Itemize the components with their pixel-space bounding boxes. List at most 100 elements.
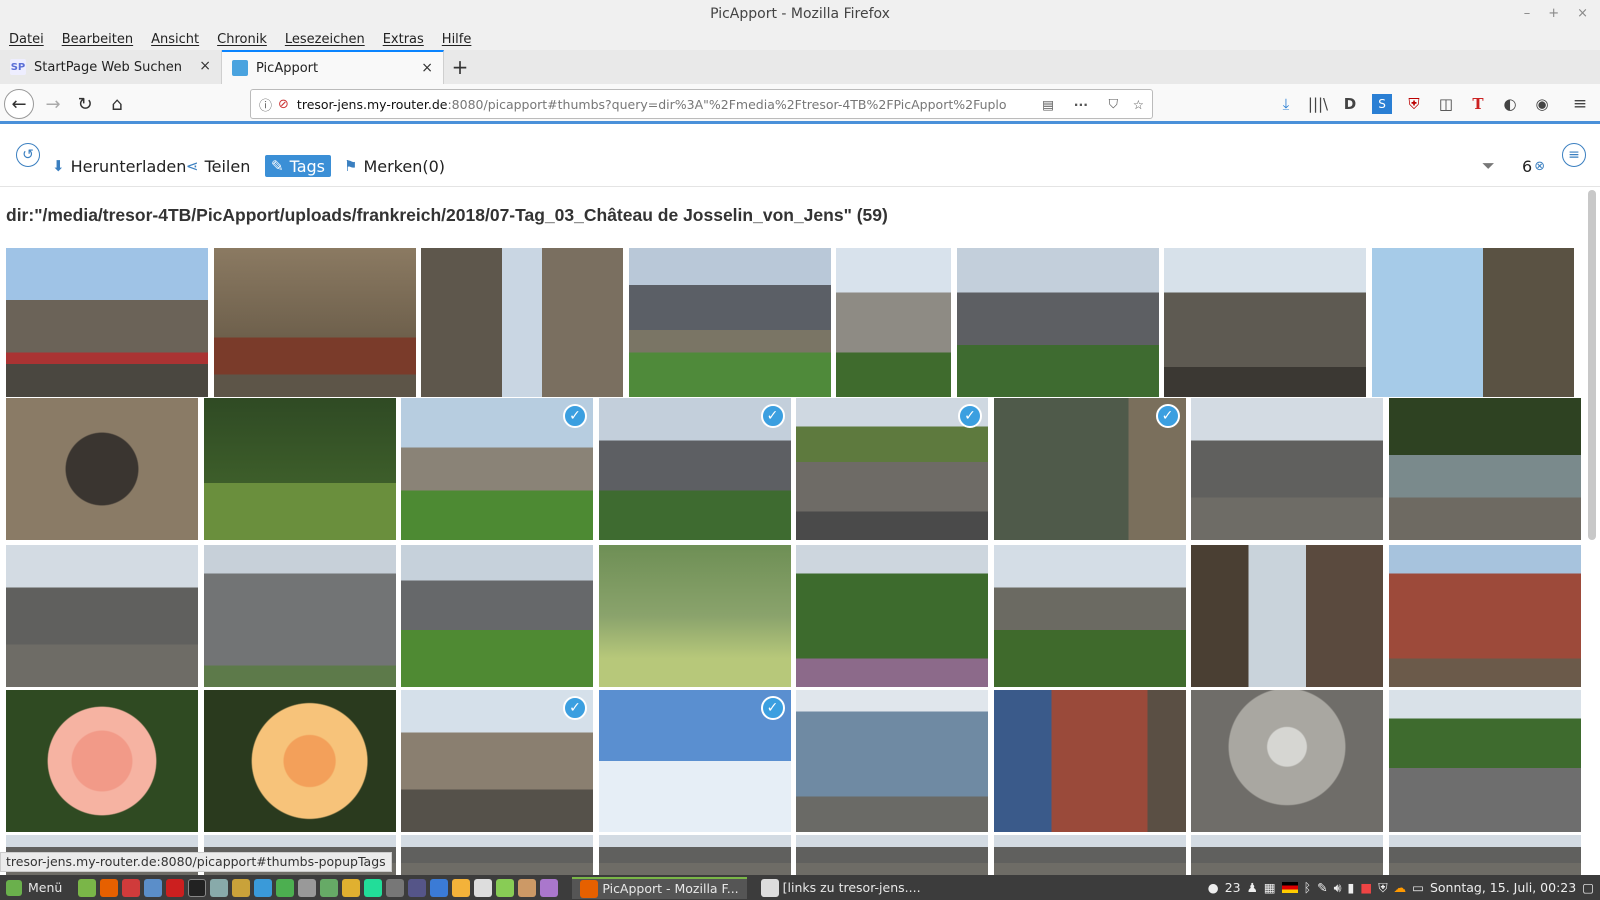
photo-thumbnail[interactable] bbox=[6, 248, 208, 397]
photo-thumbnail[interactable] bbox=[1191, 690, 1383, 832]
new-tab-button[interactable]: + bbox=[444, 50, 476, 84]
library-icon[interactable]: |||\ bbox=[1308, 94, 1328, 114]
menu-ansicht[interactable]: Ansicht bbox=[151, 32, 199, 47]
selected-check-icon[interactable]: ✓ bbox=[958, 404, 982, 428]
photo-thumbnail[interactable] bbox=[836, 248, 951, 397]
extension-t-icon[interactable]: T bbox=[1468, 94, 1488, 114]
firefox-icon[interactable] bbox=[100, 878, 119, 897]
menu-datei[interactable]: Datei bbox=[9, 32, 44, 47]
photo-thumbnail[interactable] bbox=[1191, 398, 1383, 540]
tags-button[interactable]: ✎ Tags bbox=[265, 155, 331, 177]
terminal-icon[interactable] bbox=[188, 878, 207, 897]
photo-thumbnail[interactable] bbox=[1164, 248, 1366, 397]
vscode-icon[interactable] bbox=[430, 878, 449, 897]
photo-thumbnail[interactable] bbox=[1388, 398, 1581, 540]
extension-d-icon[interactable]: D bbox=[1340, 94, 1360, 114]
photo-thumbnail[interactable] bbox=[796, 835, 988, 875]
keyboard-layout-de-icon[interactable] bbox=[1281, 882, 1298, 893]
photo-thumbnail[interactable] bbox=[401, 545, 593, 687]
chromium-icon[interactable] bbox=[144, 878, 163, 897]
photo-thumbnail[interactable]: ✓ bbox=[401, 690, 593, 832]
camera-icon[interactable] bbox=[298, 878, 317, 897]
weather-icon[interactable]: ☁ bbox=[1394, 880, 1407, 895]
selection-count[interactable]: 6 ⊗ bbox=[1522, 155, 1545, 177]
forward-button[interactable]: → bbox=[38, 89, 68, 119]
pocket-icon[interactable]: ⛉ bbox=[1109, 96, 1118, 112]
notes-icon[interactable] bbox=[342, 878, 361, 897]
vivaldi-icon[interactable] bbox=[122, 878, 141, 897]
photo-thumbnail[interactable] bbox=[796, 690, 988, 832]
updates-icon[interactable]: ● bbox=[1208, 880, 1219, 895]
menu-chronik[interactable]: Chronik bbox=[217, 32, 267, 47]
photo-thumbnail[interactable] bbox=[6, 398, 198, 540]
photo-thumbnail[interactable] bbox=[203, 398, 396, 540]
start-menu-button[interactable]: Menü bbox=[0, 879, 68, 896]
photo-thumbnail[interactable]: ✓ bbox=[401, 398, 593, 540]
photo-thumbnail[interactable] bbox=[598, 545, 791, 687]
photo-thumbnail[interactable] bbox=[6, 690, 198, 832]
clear-selection-icon[interactable]: ⊗ bbox=[1534, 159, 1545, 174]
clipboard-icon[interactable]: ▦ bbox=[1264, 880, 1276, 895]
extension-mask-icon[interactable]: ◐ bbox=[1500, 94, 1520, 114]
photo-thumbnail[interactable] bbox=[213, 248, 416, 397]
battery-icon[interactable]: ▮ bbox=[1348, 880, 1355, 895]
image-viewer-icon[interactable] bbox=[496, 878, 515, 897]
photo-thumbnail[interactable] bbox=[1388, 545, 1581, 687]
show-desktop-icon[interactable] bbox=[78, 878, 97, 897]
photo-thumbnail[interactable] bbox=[1388, 835, 1581, 875]
photo-thumbnail[interactable] bbox=[796, 545, 988, 687]
photo-thumbnail[interactable] bbox=[203, 690, 396, 832]
tab-picapport[interactable]: PicApport × bbox=[222, 50, 444, 84]
scrollbar[interactable] bbox=[1588, 190, 1596, 540]
back-circle-icon[interactable]: ↺ bbox=[16, 143, 40, 167]
sync-icon[interactable] bbox=[364, 878, 383, 897]
minimize-button[interactable]: – bbox=[1524, 0, 1531, 28]
selected-check-icon[interactable]: ✓ bbox=[563, 404, 587, 428]
selected-check-icon[interactable]: ✓ bbox=[1155, 404, 1180, 428]
reader-view-icon[interactable]: ▤ bbox=[1042, 97, 1054, 112]
pen-icon[interactable] bbox=[518, 878, 537, 897]
photo-thumbnail[interactable] bbox=[203, 545, 396, 687]
sidebar-icon[interactable]: ◫ bbox=[1436, 94, 1456, 114]
reload-button[interactable]: ↻ bbox=[70, 89, 100, 119]
volume-icon[interactable]: 🔊︎ bbox=[1334, 880, 1342, 896]
photo-thumbnail[interactable] bbox=[1191, 545, 1383, 687]
shield-icon[interactable]: ⛨ bbox=[1378, 880, 1387, 896]
folder-icon[interactable] bbox=[320, 878, 339, 897]
taskbar-window-editor[interactable]: [links zu tresor-jens.... bbox=[753, 877, 929, 899]
user-icon[interactable]: ♟ bbox=[1247, 880, 1258, 895]
bookmark-star-icon[interactable]: ☆ bbox=[1133, 97, 1144, 112]
extension-s-icon[interactable]: S bbox=[1372, 94, 1392, 114]
display-icon[interactable]: ▭ bbox=[1412, 880, 1424, 895]
media-icon[interactable] bbox=[540, 878, 559, 897]
tab-startpage[interactable]: SP StartPage Web Suchen × bbox=[0, 50, 222, 84]
page-actions-icon[interactable]: ··· bbox=[1074, 97, 1088, 112]
camera-tray-icon[interactable]: ■ bbox=[1360, 880, 1372, 895]
menu-hilfe[interactable]: Hilfe bbox=[442, 32, 472, 47]
back-button[interactable]: ← bbox=[4, 89, 34, 119]
downloads-icon[interactable]: ⤓ bbox=[1276, 94, 1296, 114]
files-icon[interactable] bbox=[210, 878, 229, 897]
clock-datetime[interactable]: Sonntag, 15. Juli, 00:23 bbox=[1430, 880, 1576, 895]
ublock-icon[interactable]: ⛨ bbox=[1404, 94, 1424, 114]
photo-thumbnail[interactable]: ✓ bbox=[598, 398, 791, 540]
photo-thumbnail[interactable]: ✓ bbox=[598, 690, 791, 832]
photo-thumbnail[interactable] bbox=[1371, 248, 1574, 397]
opera-icon[interactable] bbox=[166, 878, 185, 897]
extension-eye-icon[interactable]: ◉ bbox=[1532, 94, 1552, 114]
share-button[interactable]: ⋖ Teilen bbox=[186, 155, 250, 177]
spreadsheet-icon[interactable] bbox=[474, 878, 493, 897]
hamburger-menu-icon[interactable]: ≡ bbox=[1570, 94, 1590, 114]
photo-thumbnail[interactable] bbox=[401, 835, 593, 875]
taskbar-window-firefox[interactable]: PicApport - Mozilla F... bbox=[572, 876, 747, 899]
tracking-blocked-icon[interactable]: ⊘ bbox=[278, 97, 289, 112]
photo-thumbnail[interactable] bbox=[993, 545, 1186, 687]
close-window-button[interactable]: × bbox=[1577, 0, 1588, 28]
notifications-icon[interactable]: ▢ bbox=[1582, 880, 1594, 895]
info-icon[interactable]: ⓘ bbox=[259, 95, 272, 114]
selected-check-icon[interactable]: ✓ bbox=[760, 696, 785, 720]
photo-thumbnail[interactable] bbox=[993, 835, 1186, 875]
pen-tray-icon[interactable]: ✎ bbox=[1317, 880, 1327, 895]
photo-thumbnail[interactable] bbox=[598, 835, 791, 875]
tab-close-icon[interactable]: × bbox=[421, 60, 433, 76]
